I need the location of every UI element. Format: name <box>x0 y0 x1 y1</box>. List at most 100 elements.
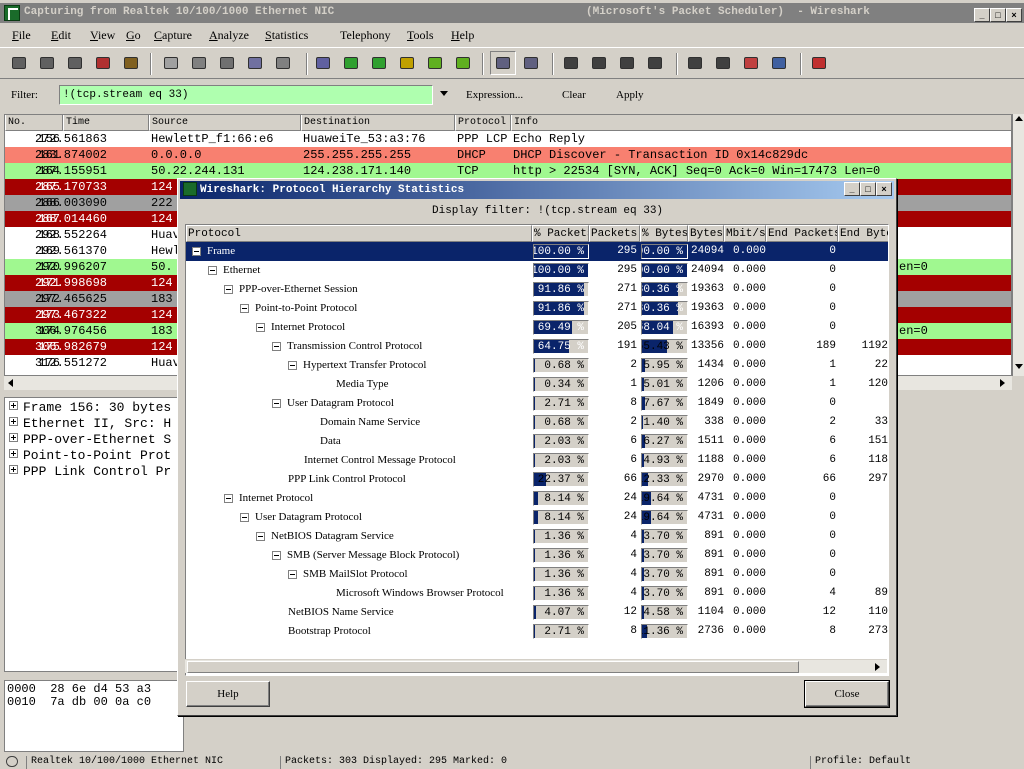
menu-file[interactable]: File <box>12 28 31 43</box>
apply-filter-button[interactable]: Apply <box>616 89 644 101</box>
clear-filter-button[interactable]: Clear <box>562 89 586 101</box>
details-item[interactable]: PPP-over-Ethernet S <box>9 432 171 448</box>
expand-plus-icon[interactable] <box>9 449 18 458</box>
menu-capture[interactable]: Capture <box>154 28 192 43</box>
column-packets[interactable]: % Packets <box>532 225 589 242</box>
packet-list-vscroll[interactable] <box>1012 114 1024 376</box>
collapse-minus-icon[interactable] <box>240 304 249 313</box>
print-icon[interactable] <box>274 54 292 72</box>
close-window-button[interactable]: × <box>1006 8 1022 22</box>
hierarchy-row[interactable]: NetBIOS Name Service4.07 %124.58 %11040.… <box>186 603 889 622</box>
expert-info-icon[interactable] <box>6 756 18 767</box>
start-capture-icon[interactable] <box>66 54 84 72</box>
collapse-minus-icon[interactable] <box>256 323 265 332</box>
packet-details-tree[interactable]: Frame 156: 30 bytesEthernet II, Src: HPP… <box>4 397 184 672</box>
details-item[interactable]: Ethernet II, Src: H <box>9 416 171 432</box>
hierarchy-row[interactable]: Internet Protocol69.49 %20568.04 %163930… <box>186 318 889 337</box>
hierarchy-row[interactable]: Frame100.00 %295100.00 %240940.0000 <box>186 242 889 261</box>
expand-plus-icon[interactable] <box>9 401 18 410</box>
collapse-minus-icon[interactable] <box>224 285 233 294</box>
column-endpackets[interactable]: End Packets <box>766 225 838 242</box>
go-forward-icon[interactable] <box>370 54 388 72</box>
scroll-up-icon[interactable] <box>1015 116 1023 121</box>
collapse-minus-icon[interactable] <box>288 361 297 370</box>
preferences-icon[interactable] <box>770 54 788 72</box>
dialog-minimize-button[interactable]: _ <box>844 182 860 196</box>
menu-statistics[interactable]: Statistics <box>265 28 308 43</box>
scroll-down-icon[interactable] <box>1015 364 1023 369</box>
menu-edit[interactable]: Edit <box>51 28 71 43</box>
status-profile[interactable]: Profile: Default <box>810 756 911 769</box>
collapse-minus-icon[interactable] <box>192 247 201 256</box>
details-item[interactable]: Frame 156: 30 bytes <box>9 400 171 416</box>
hierarchy-row[interactable]: SMB (Server Message Block Protocol)1.36 … <box>186 546 889 565</box>
go-back-icon[interactable] <box>342 54 360 72</box>
go-last-icon[interactable] <box>454 54 472 72</box>
hierarchy-row[interactable]: PPP Link Control Protocol22.37 %6612.33 … <box>186 470 889 489</box>
column-bytes[interactable]: Bytes <box>688 225 724 242</box>
collapse-minus-icon[interactable] <box>208 266 217 275</box>
menu-tools[interactable]: Tools <box>407 28 434 43</box>
close-button[interactable]: Close <box>805 681 889 707</box>
collapse-minus-icon[interactable] <box>272 342 281 351</box>
packet-bytes-pane[interactable]: 0000 28 6e d4 53 a30010 7a db 00 0a c0 <box>4 680 184 752</box>
packet-col-info[interactable]: Info <box>511 115 1012 131</box>
go-to-packet-icon[interactable] <box>398 54 416 72</box>
dialog-maximize-button[interactable]: □ <box>860 182 876 196</box>
hierarchy-row[interactable]: Internet Protocol8.14 %2419.64 %47310.00… <box>186 489 889 508</box>
hierarchy-row[interactable]: Bootstrap Protocol2.71 %811.36 %27360.00… <box>186 622 889 641</box>
hierarchy-row[interactable]: Data2.03 %66.27 %15110.0006151 <box>186 432 889 451</box>
expand-plus-icon[interactable] <box>9 433 18 442</box>
menu-go[interactable]: Go <box>126 28 141 43</box>
details-item[interactable]: PPP Link Control Pr <box>9 464 171 480</box>
hierarchy-row[interactable]: Ethernet100.00 %295100.00 %240940.0000 <box>186 261 889 280</box>
collapse-minus-icon[interactable] <box>256 532 265 541</box>
zoom-in-icon[interactable] <box>562 54 580 72</box>
column-protocol[interactable]: Protocol <box>186 225 532 242</box>
stop-capture-icon[interactable] <box>94 54 112 72</box>
hierarchy-row[interactable]: Transmission Control Protocol64.75 %1915… <box>186 337 889 356</box>
options-icon[interactable] <box>38 54 56 72</box>
help-button[interactable]: Help <box>186 681 270 707</box>
protocol-hierarchy-tree[interactable]: Protocol% PacketsPackets% BytesBytesMbit… <box>185 224 889 676</box>
collapse-minus-icon[interactable] <box>272 399 281 408</box>
column-endbytes[interactable]: End Bytes <box>838 225 889 242</box>
save-file-icon[interactable] <box>190 54 208 72</box>
scroll-right-icon[interactable] <box>1000 379 1005 387</box>
close-file-icon[interactable] <box>218 54 236 72</box>
hierarchy-row[interactable]: Point-to-Point Protocol91.86 %27180.36 %… <box>186 299 889 318</box>
maximize-button[interactable]: □ <box>990 8 1006 22</box>
expand-plus-icon[interactable] <box>9 417 18 426</box>
collapse-minus-icon[interactable] <box>288 570 297 579</box>
packet-row[interactable]: 161283.8740020.0.0.0255.255.255.255DHCPD… <box>5 147 1012 163</box>
details-item[interactable]: Point-to-Point Prot <box>9 448 171 464</box>
packet-col-source[interactable]: Source <box>149 115 301 131</box>
menu-view[interactable]: View <box>90 28 115 43</box>
packet-row[interactable]: 164287.15595150.22.244.131124.238.171.14… <box>5 163 1012 179</box>
collapse-minus-icon[interactable] <box>224 494 233 503</box>
interfaces-icon[interactable] <box>10 54 28 72</box>
packet-col-time[interactable]: Time <box>63 115 149 131</box>
help-icon[interactable] <box>810 54 828 72</box>
hierarchy-row[interactable]: Internet Control Message Protocol2.03 %6… <box>186 451 889 470</box>
expression-button[interactable]: Expression... <box>466 89 523 101</box>
display-filters-icon[interactable] <box>714 54 732 72</box>
hierarchy-row[interactable]: SMB MailSlot Protocol1.36 %43.70 %8910.0… <box>186 565 889 584</box>
hierarchy-row[interactable]: Media Type0.34 %15.01 %12060.0001120 <box>186 375 889 394</box>
display-filter-input[interactable]: !(tcp.stream eq 33) <box>59 85 433 105</box>
packet-row[interactable]: 156272.561863HewlettP_f1:66:e6HuaweiTe_5… <box>5 131 1012 147</box>
go-first-icon[interactable] <box>426 54 444 72</box>
restart-capture-icon[interactable] <box>122 54 140 72</box>
scroll-left-icon[interactable] <box>8 379 13 387</box>
hierarchy-row[interactable]: Domain Name Service0.68 %21.40 %3380.000… <box>186 413 889 432</box>
collapse-minus-icon[interactable] <box>240 513 249 522</box>
zoom-out-icon[interactable] <box>590 54 608 72</box>
hierarchy-row[interactable]: Hypertext Transfer Protocol0.68 %25.95 %… <box>186 356 889 375</box>
hierarchy-row[interactable]: Microsoft Windows Browser Protocol1.36 %… <box>186 584 889 603</box>
packet-col-protocol[interactable]: Protocol <box>455 115 511 131</box>
collapse-minus-icon[interactable] <box>272 551 281 560</box>
auto-scroll-icon[interactable] <box>522 54 540 72</box>
hierarchy-row[interactable]: NetBIOS Datagram Service1.36 %43.70 %891… <box>186 527 889 546</box>
column-bytes[interactable]: % Bytes <box>640 225 688 242</box>
hierarchy-row[interactable]: User Datagram Protocol8.14 %2419.64 %473… <box>186 508 889 527</box>
